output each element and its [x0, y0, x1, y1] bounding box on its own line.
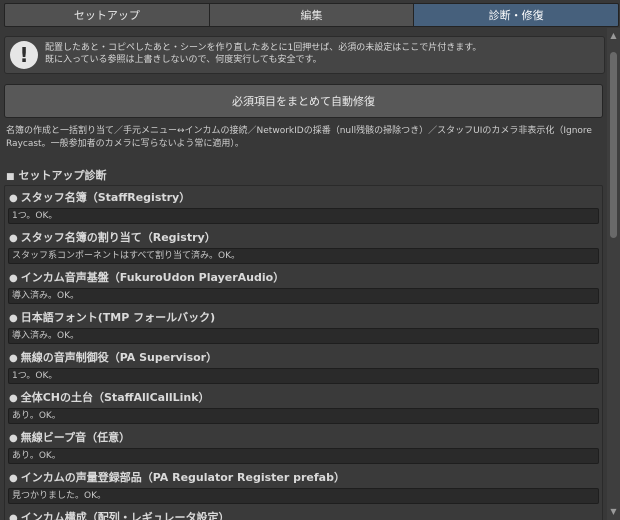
- notice-line-2: 既に入っている参照は上書きしないので、何度実行しても安全です。: [45, 55, 322, 65]
- bullet-icon: ●: [9, 193, 18, 204]
- check-item: ● スタッフ名簿（StaffRegistry） 1つ。OK。: [5, 186, 602, 226]
- check-status-field[interactable]: あり。OK。: [8, 448, 599, 464]
- bullet-icon: ●: [9, 233, 18, 244]
- bullet-icon: ●: [9, 313, 18, 324]
- check-item: ● インカム音声基盤（FukuroUdon PlayerAudio） 導入済み。O…: [5, 266, 602, 306]
- info-notice: ! 配置したあと・コピペしたあと・シーンを作り直したあとに1回押せば、必須の未設…: [4, 36, 605, 74]
- bullet-icon: ●: [9, 473, 18, 484]
- bullet-icon: ●: [9, 353, 18, 364]
- check-status-field[interactable]: スタッフ系コンポーネントはすべて割り当て済み。OK。: [8, 248, 599, 264]
- check-item: ● 無線の音声制御役（PA Supervisor） 1つ。OK。: [5, 346, 602, 386]
- check-title: 無線ビープ音（任意）: [20, 431, 131, 444]
- check-status-field[interactable]: 導入済み。OK。: [8, 328, 599, 344]
- scroll-down-arrow-icon[interactable]: ▼: [607, 506, 620, 518]
- check-title: 全体CHの土台（StaffAllCallLink）: [20, 391, 210, 404]
- check-item: ● スタッフ名簿の割り当て（Registry） スタッフ系コンポーネントはすべて割…: [5, 226, 602, 266]
- bullet-icon: ●: [9, 433, 18, 444]
- auto-fix-button[interactable]: 必須項目をまとめて自動修復: [4, 84, 603, 118]
- check-item: ● インカムの声量登録部品（PA Regulator Register prefa…: [5, 466, 602, 506]
- fix-description: 名簿の作成と一括割り当て／手元メニュー↔インカムの接続／NetworkIDの採番…: [6, 126, 592, 149]
- notice-line-1: 配置したあと・コピペしたあと・シーンを作り直したあとに1回押せば、必須の未設定は…: [45, 43, 482, 53]
- check-status-field[interactable]: 見つかりました。OK。: [8, 488, 599, 504]
- check-status-field[interactable]: 導入済み。OK。: [8, 288, 599, 304]
- tab-bar: セットアップ 編集 診断・修復: [4, 3, 619, 27]
- tab-diagnose-repair[interactable]: 診断・修復: [414, 4, 618, 26]
- check-title: スタッフ名簿の割り当て（Registry）: [20, 231, 216, 244]
- scroll-content: ! 配置したあと・コピペしたあと・シーンを作り直したあとに1回押せば、必須の未設…: [0, 28, 607, 520]
- tab-setup[interactable]: セットアップ: [5, 4, 210, 26]
- vertical-scrollbar[interactable]: ▲ ▼: [607, 28, 620, 520]
- check-title: 日本語フォント(TMP フォールバック): [20, 311, 216, 324]
- check-item: ● 無線ビープ音（任意） あり。OK。: [5, 426, 602, 466]
- bullet-icon: ●: [9, 393, 18, 404]
- scroll-up-arrow-icon[interactable]: ▲: [607, 30, 620, 42]
- check-title: インカム音声基盤（FukuroUdon PlayerAudio）: [20, 271, 285, 284]
- tab-edit[interactable]: 編集: [209, 4, 415, 26]
- check-title: インカムの声量登録部品（PA Regulator Register prefab…: [20, 471, 345, 484]
- check-item: ● 全体CHの土台（StaffAllCallLink） あり。OK。: [5, 386, 602, 426]
- check-status-field[interactable]: 1つ。OK。: [8, 368, 599, 384]
- check-item: ● インカム構成（配列・レギュレータ設定）: [5, 506, 602, 520]
- check-title: インカム構成（配列・レギュレータ設定）: [20, 511, 230, 520]
- section-title: セットアップ診断: [18, 169, 107, 182]
- check-title: 無線の音声制御役（PA Supervisor）: [20, 351, 218, 364]
- section-header: ■ セットアップ診断: [6, 167, 107, 183]
- notice-text: 配置したあと・コピペしたあと・シーンを作り直したあとに1回押せば、必須の未設定は…: [45, 42, 600, 66]
- check-status-field[interactable]: あり。OK。: [8, 408, 599, 424]
- check-status-field[interactable]: 1つ。OK。: [8, 208, 599, 224]
- exclamation-icon: !: [10, 41, 38, 69]
- check-title: スタッフ名簿（StaffRegistry）: [20, 191, 191, 204]
- bullet-icon: ●: [9, 273, 18, 284]
- check-item: ● 日本語フォント(TMP フォールバック) 導入済み。OK。: [5, 306, 602, 346]
- bullet-icon: ●: [9, 513, 18, 520]
- scrollbar-thumb[interactable]: [610, 52, 617, 238]
- square-bullet-icon: ■: [6, 172, 15, 182]
- diagnostics-list: ● スタッフ名簿（StaffRegistry） 1つ。OK。 ● スタッフ名簿の割り…: [4, 185, 603, 520]
